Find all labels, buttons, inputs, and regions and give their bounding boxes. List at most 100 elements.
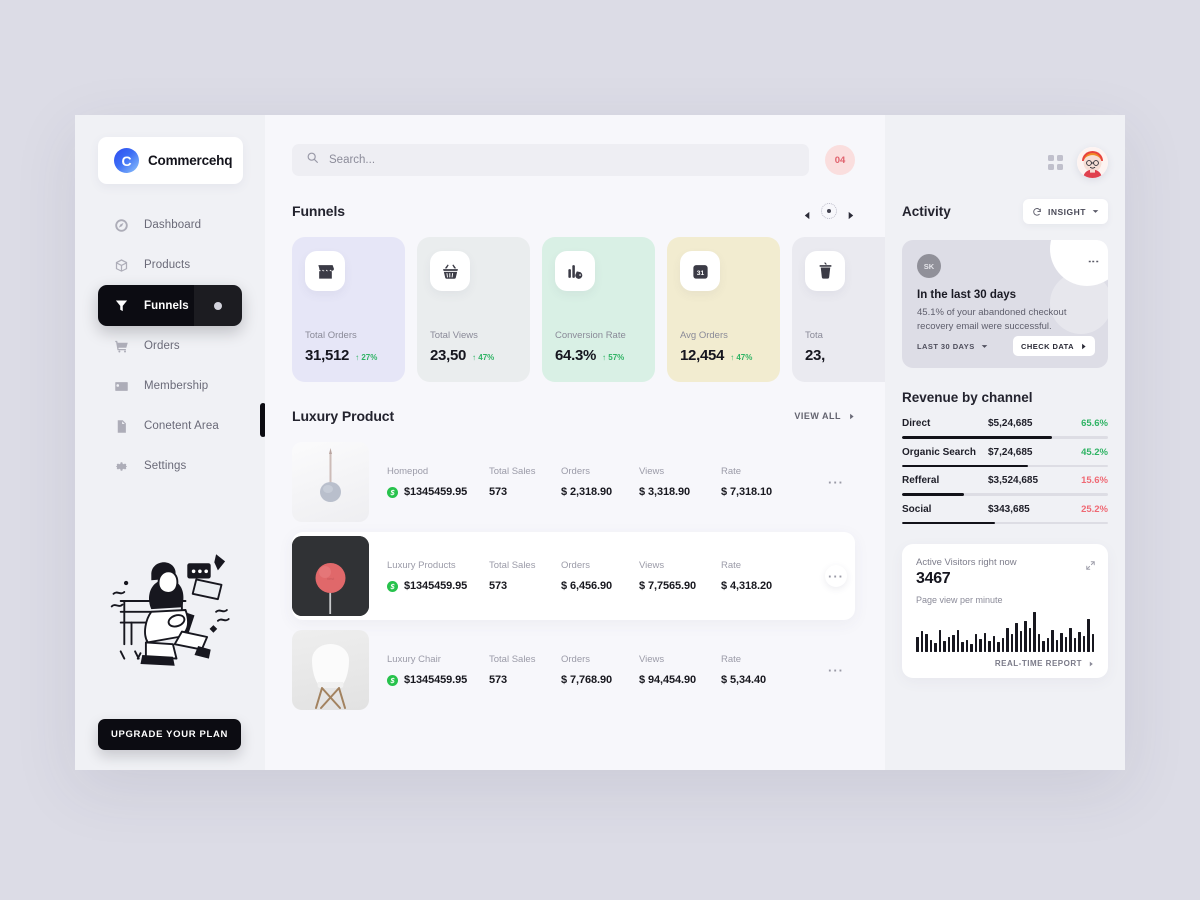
kpi-card-avg-orders[interactable]: 31 Avg Orders 12,454 ↑ 47%: [667, 237, 780, 382]
kpi-card-conversion-rate[interactable]: Conversion Rate 64.3% ↑ 57%: [542, 237, 655, 382]
row-more-options-button[interactable]: ···: [825, 565, 847, 587]
kpi-value: 12,454: [680, 347, 725, 364]
sparkline-bar: [988, 640, 991, 652]
channel-progress-track: [902, 464, 1108, 467]
product-orders-value: $ 7,768.90: [561, 674, 612, 686]
sparkline-bar: [1024, 620, 1027, 652]
page-view-label: Page view per minute: [916, 595, 1003, 605]
column-header-sales: Total Sales: [489, 560, 536, 571]
gauge-icon: [113, 217, 130, 234]
date-range-dropdown[interactable]: LAST 30 DAYS: [917, 342, 988, 351]
kpi-delta: ↑ 47%: [472, 353, 495, 362]
sidebar: Commercehq Dashboard Products Funnels: [75, 115, 265, 770]
carousel-prev-icon[interactable]: [803, 207, 812, 219]
expand-icon[interactable]: [1086, 557, 1095, 575]
sparkline-bar: [1010, 634, 1013, 652]
product-orders-value: $ 6,456.90: [561, 580, 612, 592]
sparkline-bar: [1073, 638, 1076, 652]
search-input[interactable]: [329, 154, 795, 166]
sparkline-bar: [1033, 612, 1036, 652]
products-header: Luxury Product VIEW ALL: [265, 382, 885, 424]
row-more-options-button[interactable]: ···: [825, 471, 847, 493]
kpi-card-partial[interactable]: Tota 23,: [792, 237, 885, 382]
sidebar-item-funnels[interactable]: Funnels: [98, 285, 242, 326]
table-row[interactable]: Homepod $ $1345459.95 Total Sales 573 Or…: [292, 438, 855, 526]
table-row[interactable]: nest Luxury Products $ $1345459.95 Total…: [292, 532, 855, 620]
kpi-value: 31,512: [305, 347, 350, 364]
search-bar[interactable]: [292, 144, 809, 176]
activity-card[interactable]: ⋮ SK In the last 30 days 45.1% of your a…: [902, 240, 1108, 368]
product-sales-cell: Total Sales 573: [489, 654, 561, 686]
product-list: Homepod $ $1345459.95 Total Sales 573 Or…: [265, 424, 885, 714]
sidebar-item-orders[interactable]: Orders: [98, 326, 242, 366]
activity-more-options-button[interactable]: ⋮: [1087, 256, 1099, 266]
channel-percent: 65.6%: [1081, 418, 1108, 429]
list-item[interactable]: Organic Search $7,24,685 45.2%: [902, 447, 1108, 476]
notification-badge[interactable]: 04: [825, 145, 855, 175]
sidebar-item-products[interactable]: Products: [98, 245, 242, 285]
channel-name: Direct: [902, 418, 931, 429]
upgrade-plan-button[interactable]: UPGRADE YOUR PLAN: [98, 719, 241, 750]
main-content: 04 Funnels Total Orders 31,: [265, 115, 885, 770]
product-price: $1345459.95: [404, 580, 468, 592]
basket-icon: [430, 251, 470, 291]
apps-grid-icon[interactable]: [1048, 154, 1063, 170]
product-rate-cell: Rate $ 4,318.20: [721, 560, 795, 592]
product-price: $1345459.95: [404, 486, 468, 498]
column-header-views: Views: [639, 466, 665, 477]
carousel-indicator[interactable]: [821, 203, 837, 219]
activity-card-title: In the last 30 days: [917, 289, 1017, 301]
dollar-icon: $: [387, 674, 398, 686]
sparkline-bar: [1051, 629, 1054, 652]
kpi-card-total-orders[interactable]: Total Orders 31,512 ↑ 27%: [292, 237, 405, 382]
sidebar-item-membership[interactable]: Membership: [98, 366, 242, 406]
check-data-label: CHECK DATA: [1021, 341, 1074, 351]
active-visitors-card[interactable]: Active Visitors right now 3467 Page view…: [902, 544, 1108, 678]
sparkline-bar: [1069, 628, 1072, 652]
carousel-next-icon[interactable]: [846, 207, 855, 219]
list-item[interactable]: Direct $5,24,685 65.6%: [902, 418, 1108, 447]
row-more-options-button[interactable]: ···: [825, 659, 847, 681]
sparkline-bar: [979, 638, 982, 652]
product-name-cell: Luxury Chair $ $1345459.95: [387, 654, 489, 686]
funnels-title: Funnels: [292, 203, 345, 219]
avatar[interactable]: [1077, 146, 1108, 178]
column-header-sales: Total Sales: [489, 654, 536, 665]
insight-dropdown-button[interactable]: INSIGHT: [1023, 199, 1108, 224]
product-rate-cell: Rate $ 7,318.10: [721, 466, 795, 498]
sparkline-bar: [1087, 618, 1090, 652]
sidebar-item-settings[interactable]: Settings: [98, 446, 242, 486]
channel-progress-fill: [902, 464, 1028, 467]
sidebar-item-label: Membership: [144, 380, 209, 392]
sparkline-bar: [1091, 634, 1094, 652]
kpi-label: Avg Orders: [680, 330, 728, 341]
product-name: Luxury Products: [387, 560, 456, 571]
revenue-channel-list: Direct $5,24,685 65.6% Organic Search $7…: [902, 418, 1108, 532]
sidebar-item-content-area[interactable]: Conetent Area: [98, 406, 242, 446]
svg-text:31: 31: [696, 269, 704, 276]
sidebar-item-label: Dashboard: [144, 219, 202, 231]
channel-percent: 45.2%: [1081, 446, 1108, 458]
sparkline-bar: [1015, 623, 1018, 652]
brand-logo[interactable]: Commercehq: [98, 137, 243, 184]
list-item[interactable]: Social $343,685 25.2%: [902, 504, 1108, 533]
kpi-value-row: 31,512 ↑ 27%: [305, 347, 377, 364]
refresh-icon: [1033, 207, 1041, 216]
kpi-label: Conversion Rate: [555, 330, 626, 341]
channel-progress-track: [902, 436, 1108, 439]
kpi-card-total-views[interactable]: Total Views 23,50 ↑ 47%: [417, 237, 530, 382]
channel-percent: 15.6%: [1081, 475, 1108, 486]
sparkline-bar: [1042, 641, 1045, 652]
view-all-button[interactable]: VIEW ALL: [794, 411, 855, 421]
real-time-report-button[interactable]: REAL-TIME REPORT: [916, 659, 1094, 668]
channel-name: Social: [902, 503, 932, 515]
check-data-button[interactable]: CHECK DATA: [1013, 336, 1095, 356]
sidebar-item-label: Products: [144, 259, 191, 271]
product-rate-value: $ 4,318.20: [721, 580, 772, 592]
list-item[interactable]: Refferal $3,524,685 15.6%: [902, 475, 1108, 504]
sparkline-bar: [1082, 635, 1085, 652]
sidebar-item-label: Funnels: [144, 299, 189, 312]
product-views-cell: Views $ 7,7565.90: [639, 560, 721, 592]
table-row[interactable]: Luxury Chair $ $1345459.95 Total Sales 5…: [292, 626, 855, 714]
sidebar-item-dashboard[interactable]: Dashboard: [98, 205, 242, 245]
